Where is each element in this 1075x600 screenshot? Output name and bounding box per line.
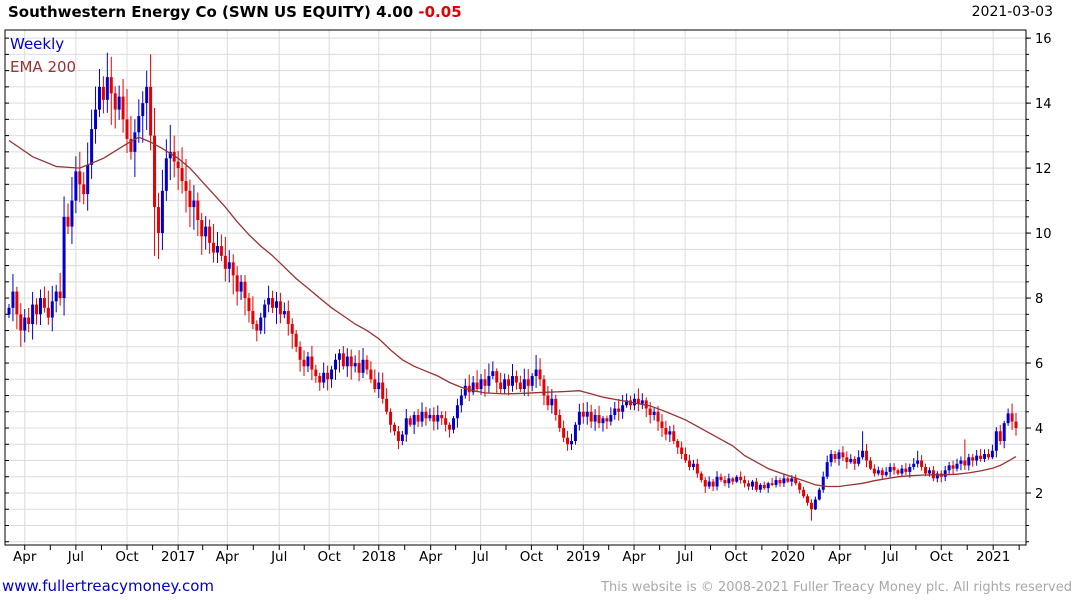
svg-text:Apr: Apr [828, 549, 852, 565]
svg-text:6: 6 [1035, 357, 1043, 372]
svg-text:14: 14 [1035, 97, 1052, 112]
copyright-text: This website is © 2008-2021 Fuller Treac… [601, 580, 1072, 595]
title-bar: Southwestern Energy Co (SWN US EQUITY) 4… [8, 3, 1067, 21]
svg-text:Jul: Jul [881, 549, 898, 565]
chart-legend: Weekly EMA 200 [10, 33, 76, 79]
chart-title: Southwestern Energy Co (SWN US EQUITY) [8, 3, 371, 21]
legend-weekly-label: Weekly [10, 35, 65, 53]
svg-text:Apr: Apr [13, 549, 37, 565]
site-link[interactable]: www.fullertreacymoney.com [2, 577, 214, 595]
svg-text:Oct: Oct [520, 549, 543, 565]
svg-text:Apr: Apr [622, 549, 646, 565]
svg-text:16: 16 [1035, 32, 1052, 47]
svg-text:2017: 2017 [161, 549, 195, 565]
svg-text:8: 8 [1035, 292, 1043, 307]
svg-text:Jul: Jul [471, 549, 488, 565]
svg-text:Apr: Apr [419, 549, 443, 565]
svg-text:Jul: Jul [676, 549, 693, 565]
svg-text:10: 10 [1035, 227, 1052, 242]
legend-ema-label: EMA 200 [10, 58, 77, 76]
svg-text:Jul: Jul [67, 549, 84, 565]
last-price: 4.00 [376, 3, 414, 21]
svg-text:2019: 2019 [566, 549, 600, 565]
svg-text:Jul: Jul [270, 549, 287, 565]
chart-canvas: 16 14 12 10 8 6 4 2 Apr Jul Oct 2017 Apr Jul Oct 2018 Ap… [4, 29, 1052, 565]
price-change: -0.05 [418, 3, 462, 21]
svg-text:2021: 2021 [976, 549, 1010, 565]
svg-text:Oct: Oct [930, 549, 953, 565]
svg-text:Oct: Oct [115, 549, 138, 565]
svg-text:2: 2 [1035, 487, 1043, 502]
as-of-date: 2021-03-03 [971, 4, 1053, 20]
svg-text:12: 12 [1035, 162, 1052, 177]
svg-text:2018: 2018 [362, 549, 396, 565]
svg-text:Apr: Apr [216, 549, 240, 565]
svg-text:Oct: Oct [724, 549, 747, 565]
svg-text:Oct: Oct [318, 549, 341, 565]
svg-text:2020: 2020 [771, 549, 805, 565]
svg-text:4: 4 [1035, 422, 1043, 437]
